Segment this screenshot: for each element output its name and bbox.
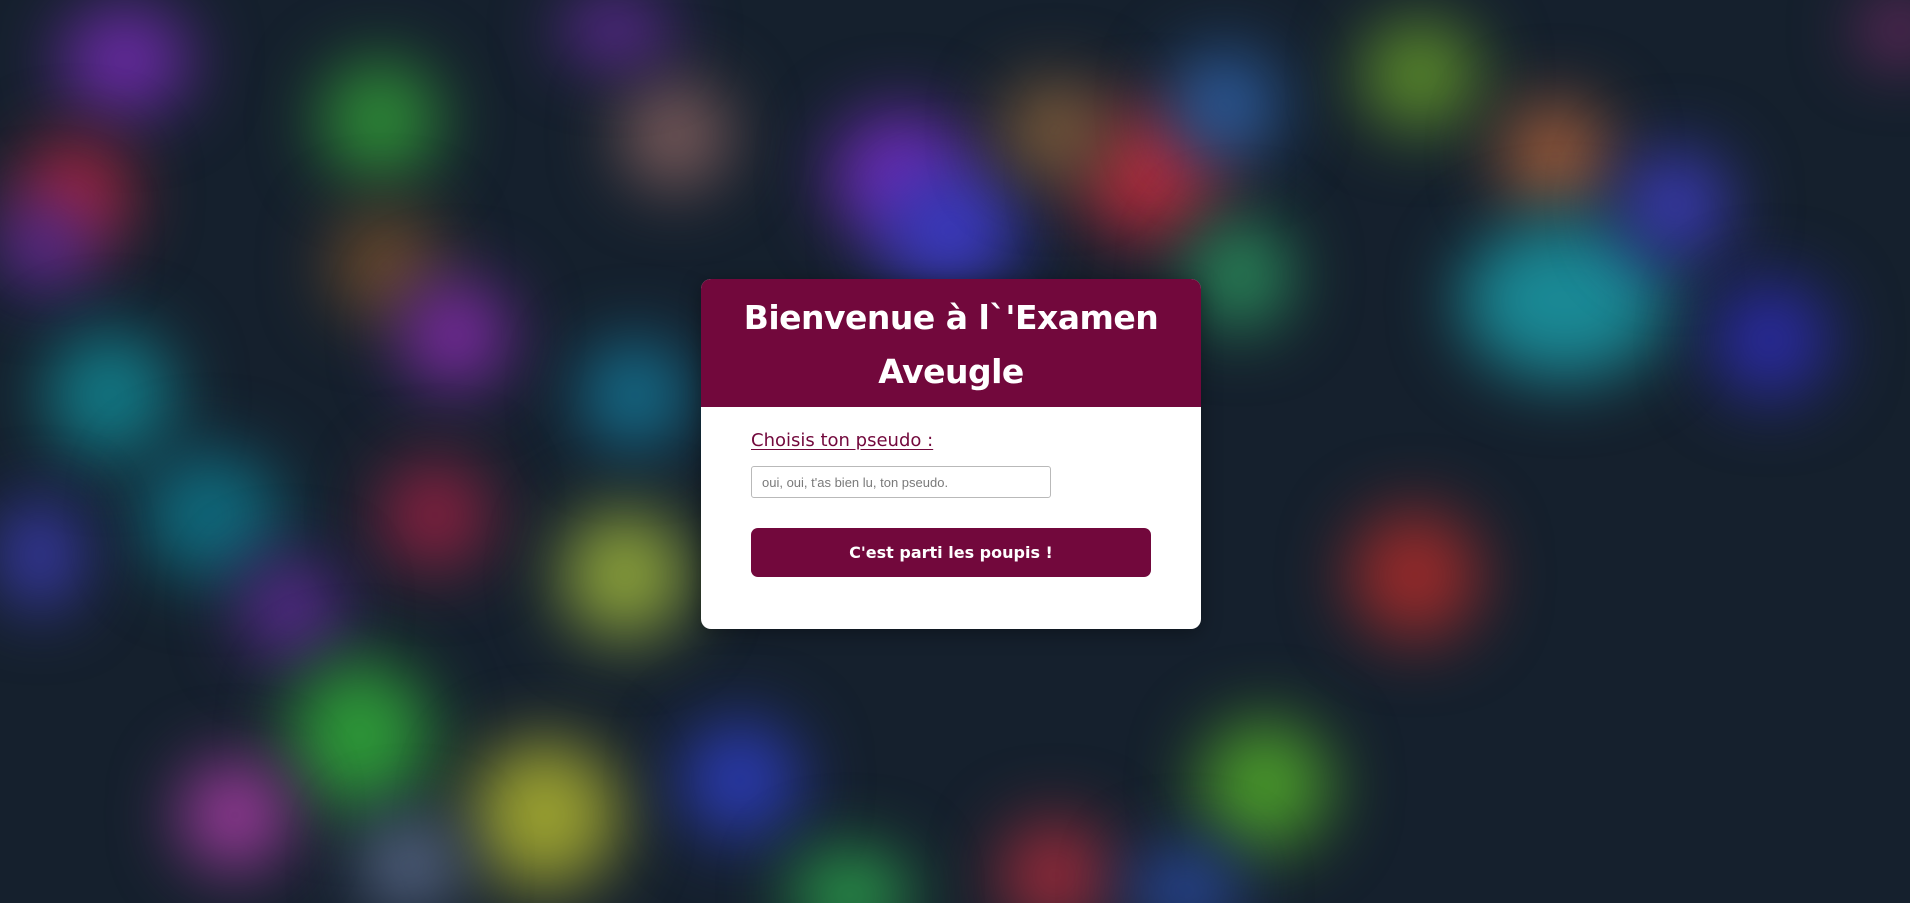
- page-title: Bienvenue à l`'Examen Aveugle: [743, 298, 1159, 391]
- pseudo-input[interactable]: [751, 466, 1051, 498]
- pseudo-label: Choisis ton pseudo :: [751, 430, 934, 451]
- login-card: Bienvenue à l`'Examen Aveugle Choisis to…: [701, 279, 1201, 629]
- card-body: Choisis ton pseudo : C'est parti les pou…: [701, 407, 1201, 577]
- start-button[interactable]: C'est parti les poupis !: [751, 528, 1151, 577]
- card-header: Bienvenue à l`'Examen Aveugle: [701, 279, 1201, 407]
